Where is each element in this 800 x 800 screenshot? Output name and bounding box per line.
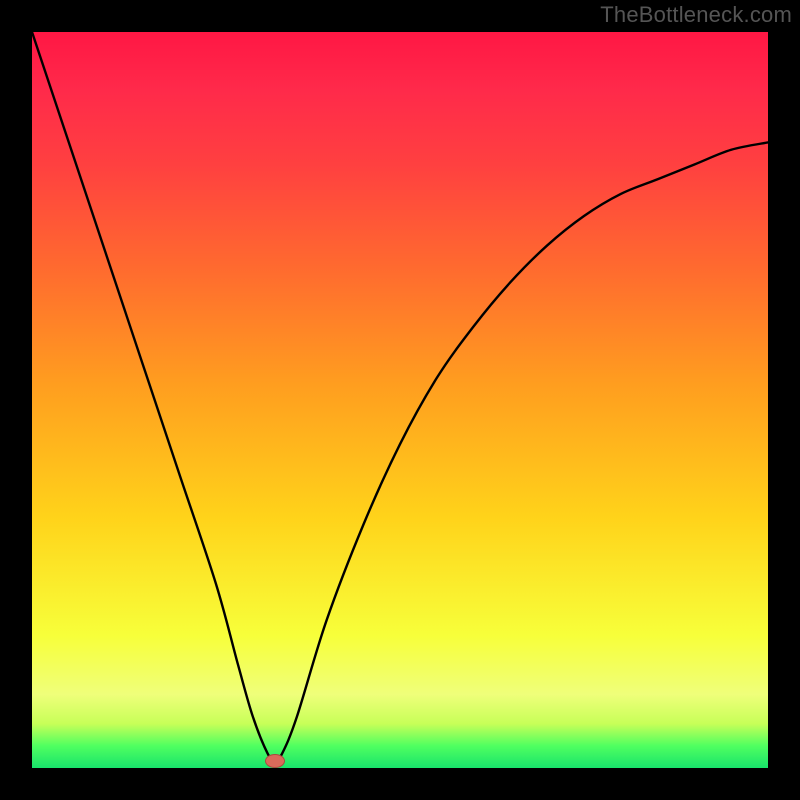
plot-area <box>32 32 768 768</box>
attribution-text: TheBottleneck.com <box>600 2 792 28</box>
chart-frame: TheBottleneck.com <box>0 0 800 800</box>
optimal-point-marker <box>265 754 285 768</box>
bottleneck-curve <box>32 32 768 768</box>
